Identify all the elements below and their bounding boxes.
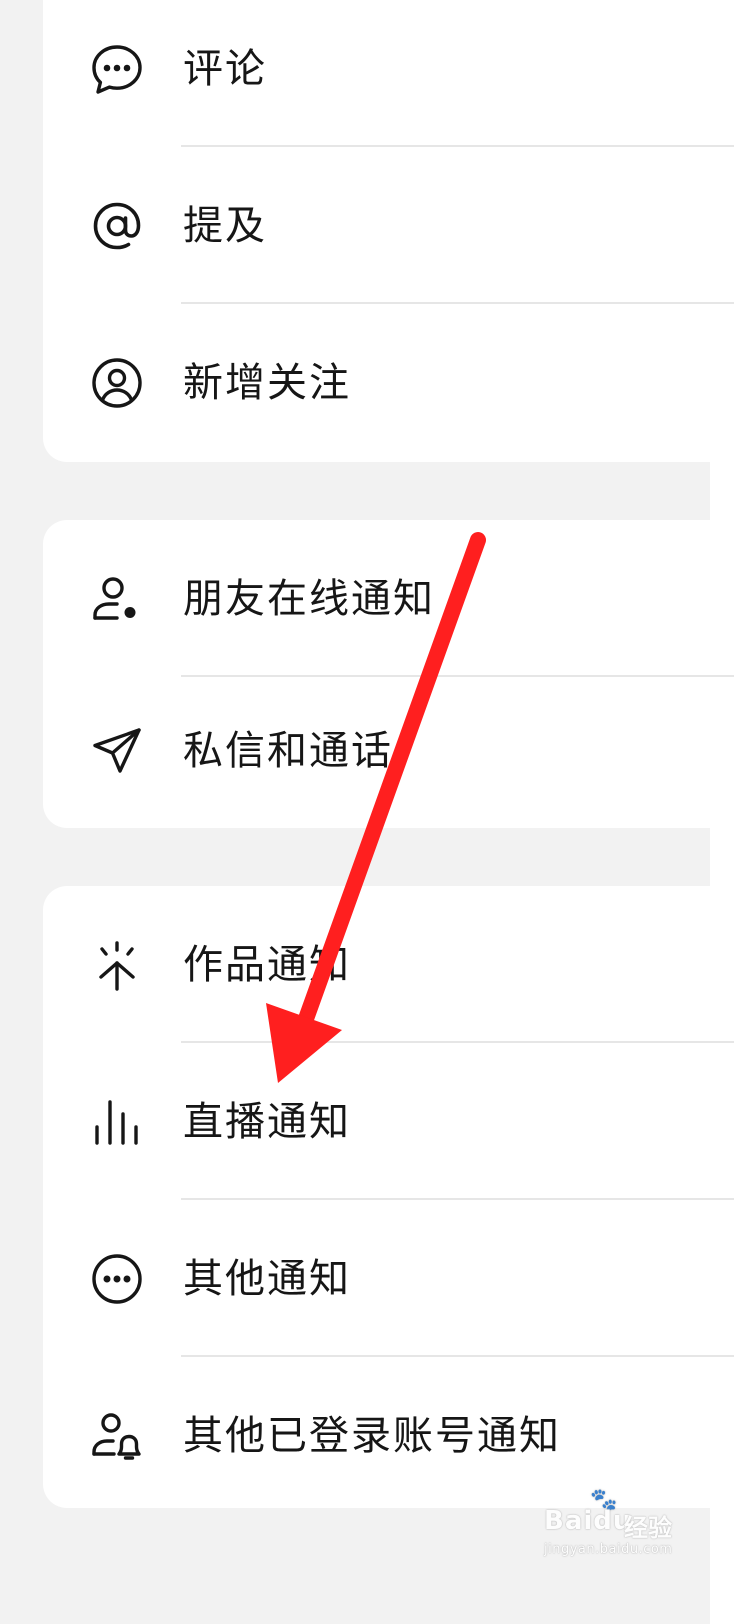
watermark-brand: Baidu	[544, 1506, 633, 1536]
setting-label: 其他已登录账号通知	[183, 1412, 561, 1459]
setting-label: 作品通知	[183, 941, 351, 988]
live-bars-icon	[89, 1094, 145, 1150]
setting-label: 评论	[183, 45, 267, 92]
watermark-suffix: 经验	[624, 1514, 672, 1542]
setting-row-mentions[interactable]: 提及	[43, 147, 734, 304]
more-circle-icon	[89, 1251, 145, 1307]
setting-row-other[interactable]: 其他通知	[43, 1200, 734, 1357]
setting-row-friend-online[interactable]: 朋友在线通知	[43, 520, 734, 677]
setting-label: 提及	[183, 202, 267, 249]
baidu-watermark: 🐾 Baidu 经验 jingyan.baidu.com	[538, 1488, 688, 1568]
setting-row-works[interactable]: 作品通知	[43, 886, 734, 1043]
settings-group-interactions: 评论 提及 新增关注	[43, 0, 734, 462]
setting-label: 私信和通话	[183, 727, 393, 774]
account-bell-icon	[89, 1408, 145, 1464]
settings-group-content: 作品通知 直播通知 其他通知 其他已登录账号通知	[43, 886, 734, 1508]
friend-online-icon	[89, 571, 145, 627]
settings-group-social: 朋友在线通知 私信和通话	[43, 520, 734, 828]
at-mention-icon	[89, 198, 145, 254]
setting-row-live[interactable]: 直播通知	[43, 1043, 734, 1200]
setting-label: 直播通知	[183, 1098, 351, 1145]
setting-label: 其他通知	[183, 1255, 351, 1302]
send-message-icon	[89, 723, 145, 779]
setting-row-comments[interactable]: 评论	[43, 0, 734, 147]
watermark-url: jingyan.baidu.com	[544, 1542, 673, 1557]
setting-row-new-followers[interactable]: 新增关注	[43, 304, 734, 461]
new-follower-icon	[89, 355, 145, 411]
setting-label: 新增关注	[183, 359, 351, 406]
setting-label: 朋友在线通知	[183, 575, 435, 622]
setting-row-messages-calls[interactable]: 私信和通话	[43, 672, 734, 829]
works-sparkle-icon	[89, 937, 145, 993]
comment-icon	[89, 41, 145, 97]
